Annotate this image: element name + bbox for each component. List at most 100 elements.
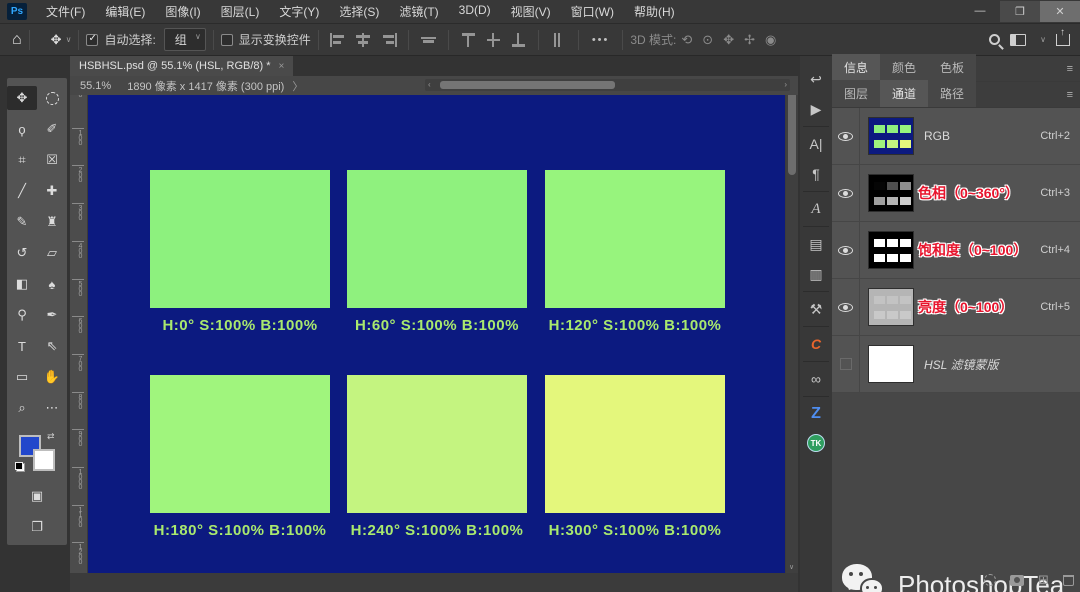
auto-select-checkbox[interactable] (86, 33, 99, 46)
default-colors-icon[interactable] (15, 462, 25, 472)
tab-色板[interactable]: 色板 (928, 54, 977, 81)
path-select-tool[interactable]: ⇖ (37, 334, 67, 358)
zoom-tool[interactable]: ⌕ (7, 396, 37, 420)
tk-panel-icon[interactable]: TK (807, 434, 825, 452)
visibility-toggle[interactable] (832, 222, 860, 278)
menu-item[interactable]: 图像(I) (156, 0, 209, 23)
frame-tool[interactable]: ☒ (37, 148, 67, 172)
maximize-button[interactable]: ❐ (1000, 1, 1040, 22)
close-button[interactable]: ✕ (1040, 1, 1080, 22)
tab-信息[interactable]: 信息 (832, 54, 881, 81)
horizontal-scrollbar-thumb[interactable] (440, 81, 615, 89)
properties-panel-icon[interactable]: ▤ (800, 229, 832, 259)
move-tool[interactable]: ✥ (7, 86, 37, 110)
eraser-tool[interactable]: ▱ (37, 241, 67, 265)
menu-item[interactable]: 编辑(E) (96, 0, 154, 23)
menu-item[interactable]: 图层(L) (212, 0, 269, 23)
menu-item[interactable]: 3D(D) (450, 0, 500, 23)
edit-toolbar[interactable]: ⋯ (37, 396, 67, 420)
scroll-left-icon[interactable]: ‹ (428, 80, 431, 89)
marquee-tool[interactable] (37, 86, 67, 110)
channel-row-蓝[interactable]: 蓝亮度（0~100） Ctrl+5 (832, 279, 1080, 336)
search-icon[interactable] (989, 34, 1001, 45)
more-options-icon[interactable]: ••• (592, 34, 610, 46)
show-transform-checkbox[interactable] (220, 33, 233, 46)
dodge-tool[interactable]: ⚲ (7, 303, 37, 327)
visibility-toggle[interactable] (832, 279, 860, 335)
align-center-horizontal-icon[interactable] (355, 32, 372, 47)
3d-orbit-icon[interactable]: ⟲ (681, 32, 692, 47)
history-panel-icon[interactable]: ↩ (800, 64, 832, 94)
channel-row-绿[interactable]: 绿饱和度（0~100） Ctrl+4 (832, 222, 1080, 279)
gradient-tool[interactable]: ◧ (7, 272, 37, 296)
screen-mode-button[interactable]: ❐ (7, 515, 67, 539)
channel-row-HSL 滤镜蒙版[interactable]: HSL 滤镜蒙版 (832, 336, 1080, 393)
load-selection-icon[interactable] (984, 574, 997, 586)
plugin-co-icon[interactable]: ∞ (800, 364, 832, 394)
actions-panel-icon[interactable]: ▶ (800, 94, 832, 124)
brush-tool[interactable]: ✎ (7, 210, 37, 234)
plugin-z-icon[interactable]: Z (800, 399, 832, 429)
panel-menu-icon[interactable]: ≡ (1067, 63, 1074, 75)
paragraph-panel-icon[interactable]: ¶ (800, 159, 832, 189)
new-channel-icon[interactable]: ⊞ (1038, 572, 1049, 588)
menu-item[interactable]: 文件(F) (37, 0, 94, 23)
tab-图层[interactable]: 图层 (832, 80, 881, 107)
eyedropper-tool[interactable]: ╱ (7, 179, 37, 203)
delete-channel-icon[interactable] (1063, 574, 1074, 586)
vertical-scrollbar-thumb[interactable] (788, 90, 796, 175)
document-tab[interactable]: HSBHSL.psd @ 55.1% (HSL, RGB/8) * × (70, 56, 294, 76)
healing-brush-tool[interactable]: ✚ (37, 179, 67, 203)
glyphs-panel-icon[interactable]: A (800, 194, 832, 224)
align-middle-icon[interactable] (420, 33, 437, 47)
minimize-button[interactable]: — (960, 1, 1000, 22)
visibility-toggle[interactable] (832, 336, 860, 392)
menu-item[interactable]: 选择(S) (330, 0, 388, 23)
visibility-toggle[interactable] (832, 165, 860, 221)
workspace-layout-icon[interactable] (1010, 33, 1027, 46)
quick-select-tool[interactable]: ✐ (37, 117, 67, 141)
home-icon[interactable]: ⌂ (12, 31, 22, 49)
align-right-icon[interactable] (380, 32, 397, 47)
visibility-toggle[interactable] (832, 108, 860, 164)
scroll-right-icon[interactable]: › (784, 80, 787, 89)
tab-路径[interactable]: 路径 (928, 80, 977, 107)
menu-item[interactable]: 滤镜(T) (390, 0, 447, 23)
tool-presets-panel-icon[interactable]: ⚒ (800, 294, 832, 324)
background-color-swatch[interactable] (33, 449, 55, 471)
menu-item[interactable]: 窗口(W) (562, 0, 623, 23)
save-selection-icon[interactable] (1010, 574, 1025, 586)
3d-pan-icon[interactable]: ✥ (723, 32, 734, 47)
tab-通道[interactable]: 通道 (880, 80, 929, 107)
type-tool[interactable]: T (7, 334, 37, 358)
rectangle-tool[interactable]: ▭ (7, 365, 37, 389)
quick-mask-button[interactable]: ▣ (7, 484, 67, 508)
3d-slide-icon[interactable]: ✢ (744, 32, 755, 47)
align-bottom-icon[interactable] (510, 32, 527, 47)
crop-tool[interactable]: ⌗ (7, 148, 37, 172)
status-chevron-icon[interactable]: 〉 (292, 78, 303, 94)
channel-row-红[interactable]: 红色相（0~360°） Ctrl+3 (832, 165, 1080, 222)
swap-colors-icon[interactable]: ⇄ (47, 431, 55, 442)
pen-tool[interactable]: ✒ (37, 303, 67, 327)
horizontal-scrollbar[interactable]: ‹ › (425, 79, 790, 91)
move-tool-icon[interactable]: ✥ (51, 32, 62, 48)
character-panel-icon[interactable]: A| (800, 129, 832, 159)
document-canvas[interactable]: H:0° S:100% B:100% H:60° S:100% B:100% H:1… (88, 90, 785, 573)
history-brush-tool[interactable]: ↺ (7, 241, 37, 265)
notes-panel-icon[interactable]: ▥ (800, 259, 832, 289)
lasso-tool[interactable]: ϙ (7, 117, 37, 141)
auto-select-dropdown[interactable]: 组 (163, 28, 206, 51)
chevron-down-icon[interactable]: ∨ (66, 35, 72, 44)
scroll-down-icon[interactable]: ∨ (789, 563, 794, 571)
share-icon[interactable] (1056, 27, 1070, 46)
align-top-icon[interactable] (460, 32, 477, 47)
vertical-scrollbar[interactable]: ∨ (786, 90, 798, 573)
panel-menu-icon[interactable]: ≡ (1067, 89, 1074, 101)
close-tab-icon[interactable]: × (279, 61, 285, 72)
menu-item[interactable]: 文字(Y) (270, 0, 328, 23)
blur-tool[interactable]: ♠ (37, 272, 67, 296)
align-left-icon[interactable] (329, 32, 347, 47)
clone-stamp-tool[interactable]: ♜ (37, 210, 67, 234)
distribute-icon[interactable] (550, 32, 567, 47)
